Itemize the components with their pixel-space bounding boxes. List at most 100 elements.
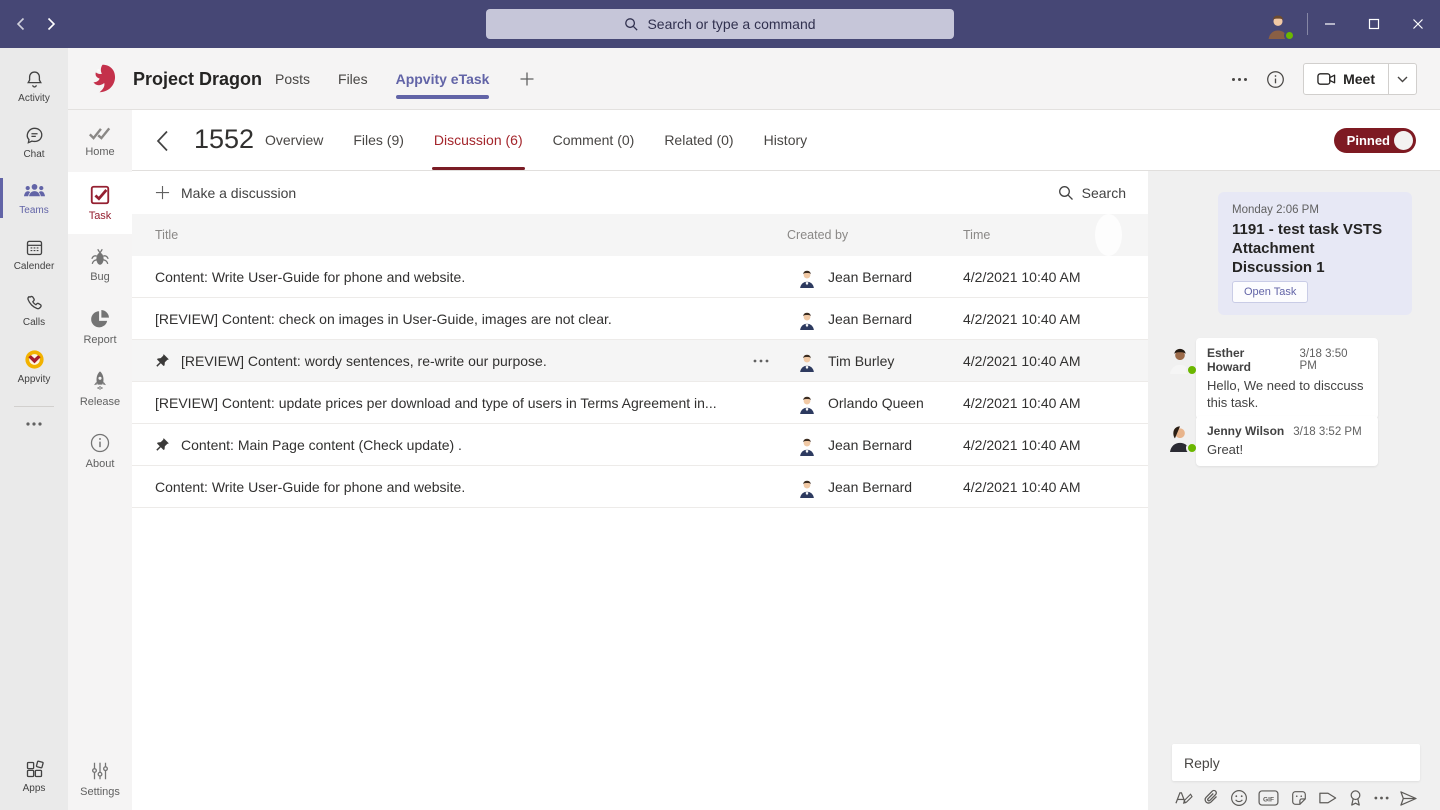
- column-header-title[interactable]: Title: [155, 214, 178, 256]
- table-row[interactable]: [REVIEW] Content: wordy sentences, re-wr…: [132, 340, 1148, 382]
- tab-overview[interactable]: Overview: [265, 110, 323, 170]
- table-row[interactable]: Content: Main Page content (Check update…: [132, 424, 1148, 466]
- pinned-toggle[interactable]: Pinned: [1334, 128, 1416, 153]
- message-author: Jenny Wilson: [1207, 424, 1284, 438]
- maximize-button[interactable]: [1352, 0, 1396, 48]
- tab-history[interactable]: History: [764, 110, 808, 170]
- sidebar-item-task[interactable]: Task: [68, 172, 132, 234]
- command-search[interactable]: Search or type a command: [486, 9, 954, 39]
- sidebar-item-calls[interactable]: Calls: [0, 282, 68, 338]
- make-discussion-button[interactable]: Make a discussion: [132, 185, 296, 201]
- channel-header: Project Dragon Posts Files Appvity eTask…: [68, 48, 1440, 110]
- meet-dropdown-button[interactable]: [1388, 64, 1416, 94]
- row-time: 4/2/2021 10:40 AM: [963, 298, 1081, 340]
- sticker-icon[interactable]: [1290, 789, 1308, 807]
- row-time: 4/2/2021 10:40 AM: [963, 340, 1081, 382]
- table-row[interactable]: [REVIEW] Content: update prices per down…: [132, 382, 1148, 424]
- avatar: [796, 392, 818, 414]
- discussion-search-button[interactable]: Search: [1058, 185, 1126, 201]
- tab-discussion[interactable]: Discussion (6): [434, 110, 523, 170]
- send-icon[interactable]: [1399, 790, 1418, 807]
- apps-grid-icon: [24, 759, 45, 780]
- emoji-icon[interactable]: [1230, 789, 1248, 807]
- chat-message: Jenny Wilson 3/18 3:52 PM Great!: [1196, 416, 1378, 466]
- sidebar-item-teams[interactable]: Teams: [0, 170, 68, 226]
- avatar: [796, 266, 818, 288]
- search-icon: [1058, 185, 1074, 201]
- reply-input[interactable]: [1172, 744, 1420, 781]
- sidebar-item-apps[interactable]: Apps: [0, 748, 68, 804]
- author-name: Jean Bernard: [828, 311, 912, 327]
- back-chevron-button[interactable]: [156, 130, 169, 152]
- tab-files[interactable]: Files: [338, 48, 368, 110]
- chat-icon: [24, 125, 45, 146]
- sidebar-item-appvity[interactable]: Appvity: [0, 338, 68, 394]
- row-more-options-icon[interactable]: [753, 340, 769, 382]
- sidebar-item-settings[interactable]: Settings: [68, 748, 132, 810]
- tab-appvity-etask[interactable]: Appvity eTask: [396, 48, 490, 110]
- sidebar-item-chat[interactable]: Chat: [0, 114, 68, 170]
- table-row[interactable]: Content: Write User-Guide for phone and …: [132, 466, 1148, 508]
- back-arrow-button[interactable]: [14, 17, 28, 31]
- tab-related[interactable]: Related (0): [664, 110, 733, 170]
- channel-info-icon[interactable]: [1266, 70, 1285, 89]
- open-task-button[interactable]: Open Task: [1232, 281, 1308, 303]
- format-icon[interactable]: [1174, 790, 1193, 807]
- sidebar-item-bug[interactable]: Bug: [68, 234, 132, 296]
- author-name: Jean Bernard: [828, 269, 912, 285]
- close-button[interactable]: [1396, 0, 1440, 48]
- task-detail-header: 1552 Overview Files (9) Discussion (6) C…: [132, 110, 1440, 171]
- table-row[interactable]: [REVIEW] Content: check on images in Use…: [132, 298, 1148, 340]
- sidebar-item-activity[interactable]: Activity: [0, 58, 68, 114]
- more-options-icon[interactable]: [1374, 796, 1389, 800]
- message-author: Esther Howard: [1207, 346, 1291, 374]
- forward-arrow-button[interactable]: [44, 17, 58, 31]
- meet-button[interactable]: Meet: [1304, 64, 1388, 94]
- page-title: Project Dragon: [133, 48, 262, 110]
- table-row[interactable]: Content: Write User-Guide for phone and …: [132, 256, 1148, 298]
- author-name: Jean Bernard: [828, 437, 912, 453]
- more-options-icon[interactable]: [1231, 77, 1248, 82]
- rocket-icon: [90, 370, 110, 392]
- table-header: Title Created by Time: [132, 214, 1148, 256]
- sidebar-item-release[interactable]: Release: [68, 358, 132, 420]
- sidebar-item-report[interactable]: Report: [68, 296, 132, 358]
- add-tab-icon[interactable]: [519, 71, 535, 87]
- tab-posts[interactable]: Posts: [275, 48, 310, 110]
- tab-comment[interactable]: Comment (0): [553, 110, 635, 170]
- appvity-logo-icon: [23, 348, 46, 371]
- sidebar-item-about[interactable]: About: [68, 420, 132, 482]
- stream-icon[interactable]: [1318, 790, 1338, 806]
- history-nav: [14, 0, 58, 48]
- praise-icon[interactable]: [1348, 789, 1363, 807]
- card-title: 1191 - test task VSTS Attachment Discuss…: [1232, 220, 1398, 277]
- avatar: [796, 434, 818, 456]
- pie-chart-icon: [89, 308, 111, 330]
- task-id: 1552: [194, 124, 254, 155]
- avatar: [1164, 342, 1196, 374]
- pinned-toggle-label: Pinned: [1347, 133, 1390, 148]
- camera-icon: [1317, 72, 1336, 86]
- app-rail: Activity Chat Teams Calender Calls Appvi…: [0, 48, 68, 810]
- title-bar: Search or type a command: [0, 0, 1440, 48]
- task-checkbox-icon: [89, 184, 111, 206]
- sidebar-item-home[interactable]: Home: [68, 110, 132, 172]
- phone-icon: [24, 293, 45, 314]
- pin-icon: [155, 437, 181, 452]
- author-name: Jean Bernard: [828, 479, 912, 495]
- minimize-button[interactable]: [1308, 0, 1352, 48]
- settings-sliders-icon: [89, 760, 111, 782]
- message-text: Great!: [1207, 441, 1367, 458]
- profile-avatar[interactable]: [1263, 9, 1293, 39]
- gif-icon[interactable]: GIF: [1258, 790, 1279, 806]
- sidebar-item-calendar[interactable]: Calender: [0, 226, 68, 282]
- tab-files[interactable]: Files (9): [353, 110, 404, 170]
- column-header-created-by[interactable]: Created by: [787, 214, 848, 256]
- row-time: 4/2/2021 10:40 AM: [963, 256, 1081, 298]
- more-apps-button[interactable]: [0, 407, 68, 441]
- column-header-time[interactable]: Time: [963, 214, 990, 256]
- attach-icon[interactable]: [1203, 789, 1219, 807]
- svg-text:GIF: GIF: [1263, 796, 1274, 803]
- toggle-knob: [1394, 131, 1413, 150]
- discussion-actions-bar: Make a discussion Search: [132, 171, 1148, 214]
